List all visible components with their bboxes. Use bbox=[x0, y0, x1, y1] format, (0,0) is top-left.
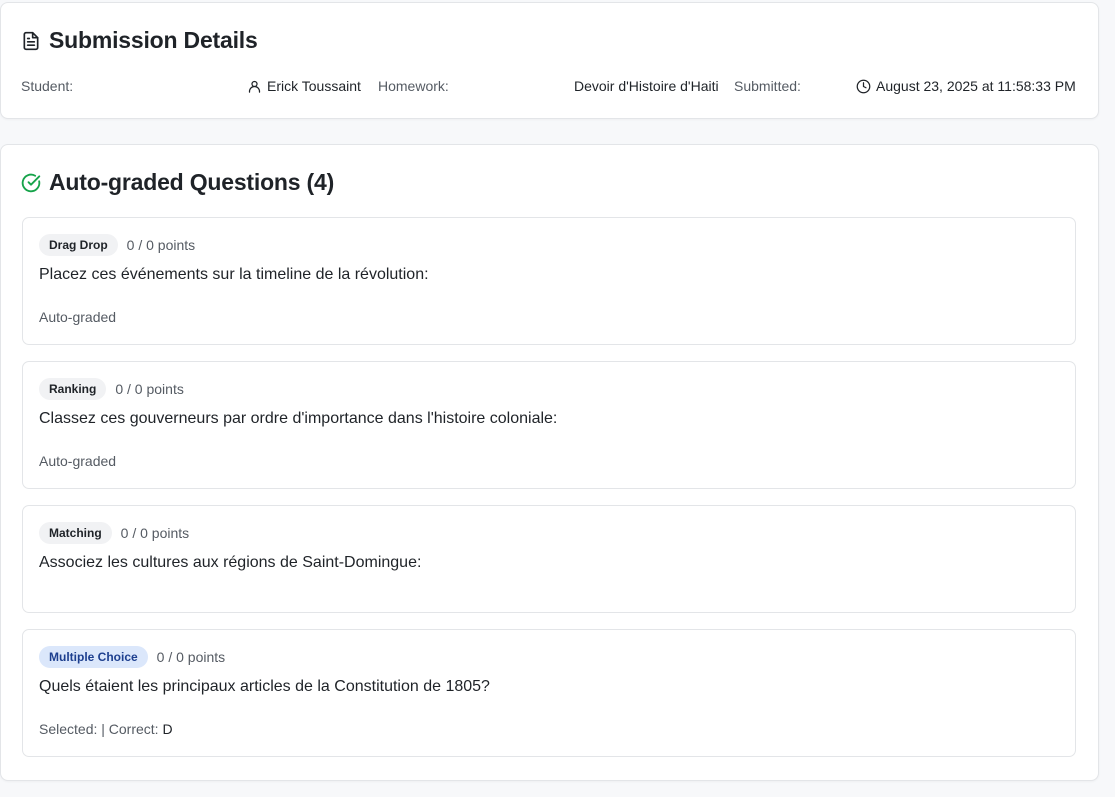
student-value: Erick Toussaint bbox=[247, 76, 361, 96]
submission-details-card: Submission Details Student: Erick Toussa… bbox=[0, 2, 1099, 119]
question-header: Drag Drop 0 / 0 points bbox=[39, 234, 195, 256]
question-type-badge: Drag Drop bbox=[39, 234, 118, 256]
question-header: Multiple Choice 0 / 0 points bbox=[39, 646, 225, 668]
submitted-label: Submitted: bbox=[734, 78, 801, 94]
autograded-questions-card: Auto-graded Questions (4) Drag Drop 0 / … bbox=[0, 144, 1099, 781]
clock-icon bbox=[856, 79, 871, 94]
submission-details-title: Submission Details bbox=[49, 27, 258, 53]
autograded-title: Auto-graded Questions (4) bbox=[49, 169, 335, 195]
question-points: 0 / 0 points bbox=[126, 237, 196, 253]
question-text: Placez ces événements sur la timeline de… bbox=[39, 266, 429, 283]
question-status: Auto-graded bbox=[39, 309, 117, 325]
submission-meta-row: Student: Erick Toussaint Homework: Devoi… bbox=[21, 76, 1076, 96]
correct-answer: D bbox=[162, 721, 173, 737]
answer-summary: Selected: | Correct: D bbox=[39, 721, 173, 737]
question-header: Matching 0 / 0 points bbox=[39, 522, 189, 544]
question-card: Ranking 0 / 0 points Classez ces gouvern… bbox=[22, 361, 1076, 489]
student-name: Erick Toussaint bbox=[267, 78, 361, 94]
submitted-value: August 23, 2025 at 11:58:33 PM bbox=[856, 76, 1076, 96]
selected-correct-label: Selected: | Correct: bbox=[39, 721, 159, 737]
submission-details-header: Submission Details bbox=[21, 27, 258, 54]
question-points: 0 / 0 points bbox=[120, 525, 190, 541]
question-points: 0 / 0 points bbox=[115, 381, 184, 397]
question-type-badge: Ranking bbox=[39, 378, 107, 400]
homework-label: Homework: bbox=[378, 78, 449, 94]
autograded-header: Auto-graded Questions (4) bbox=[21, 169, 334, 196]
question-card: Matching 0 / 0 points Associez les cultu… bbox=[22, 505, 1076, 613]
question-type-badge: Matching bbox=[39, 522, 112, 544]
question-text: Quels étaient les principaux articles de… bbox=[39, 678, 490, 695]
check-circle-icon bbox=[21, 173, 41, 193]
student-label: Student: bbox=[21, 78, 74, 94]
question-text: Classez ces gouverneurs par ordre d'impo… bbox=[39, 410, 558, 427]
question-type-badge: Multiple Choice bbox=[39, 646, 148, 668]
question-header: Ranking 0 / 0 points bbox=[39, 378, 184, 400]
question-card: Drag Drop 0 / 0 points Placez ces événem… bbox=[22, 217, 1076, 345]
question-points: 0 / 0 points bbox=[156, 649, 226, 665]
document-icon bbox=[21, 31, 41, 51]
question-text: Associez les cultures aux régions de Sai… bbox=[39, 554, 422, 571]
homework-value: Devoir d'Histoire d'Haiti bbox=[574, 78, 719, 94]
submitted-datetime: August 23, 2025 at 11:58:33 PM bbox=[876, 78, 1076, 94]
question-status: Auto-graded bbox=[39, 453, 117, 469]
user-icon bbox=[247, 79, 262, 94]
question-card: Multiple Choice 0 / 0 points Quels étaie… bbox=[22, 629, 1076, 757]
